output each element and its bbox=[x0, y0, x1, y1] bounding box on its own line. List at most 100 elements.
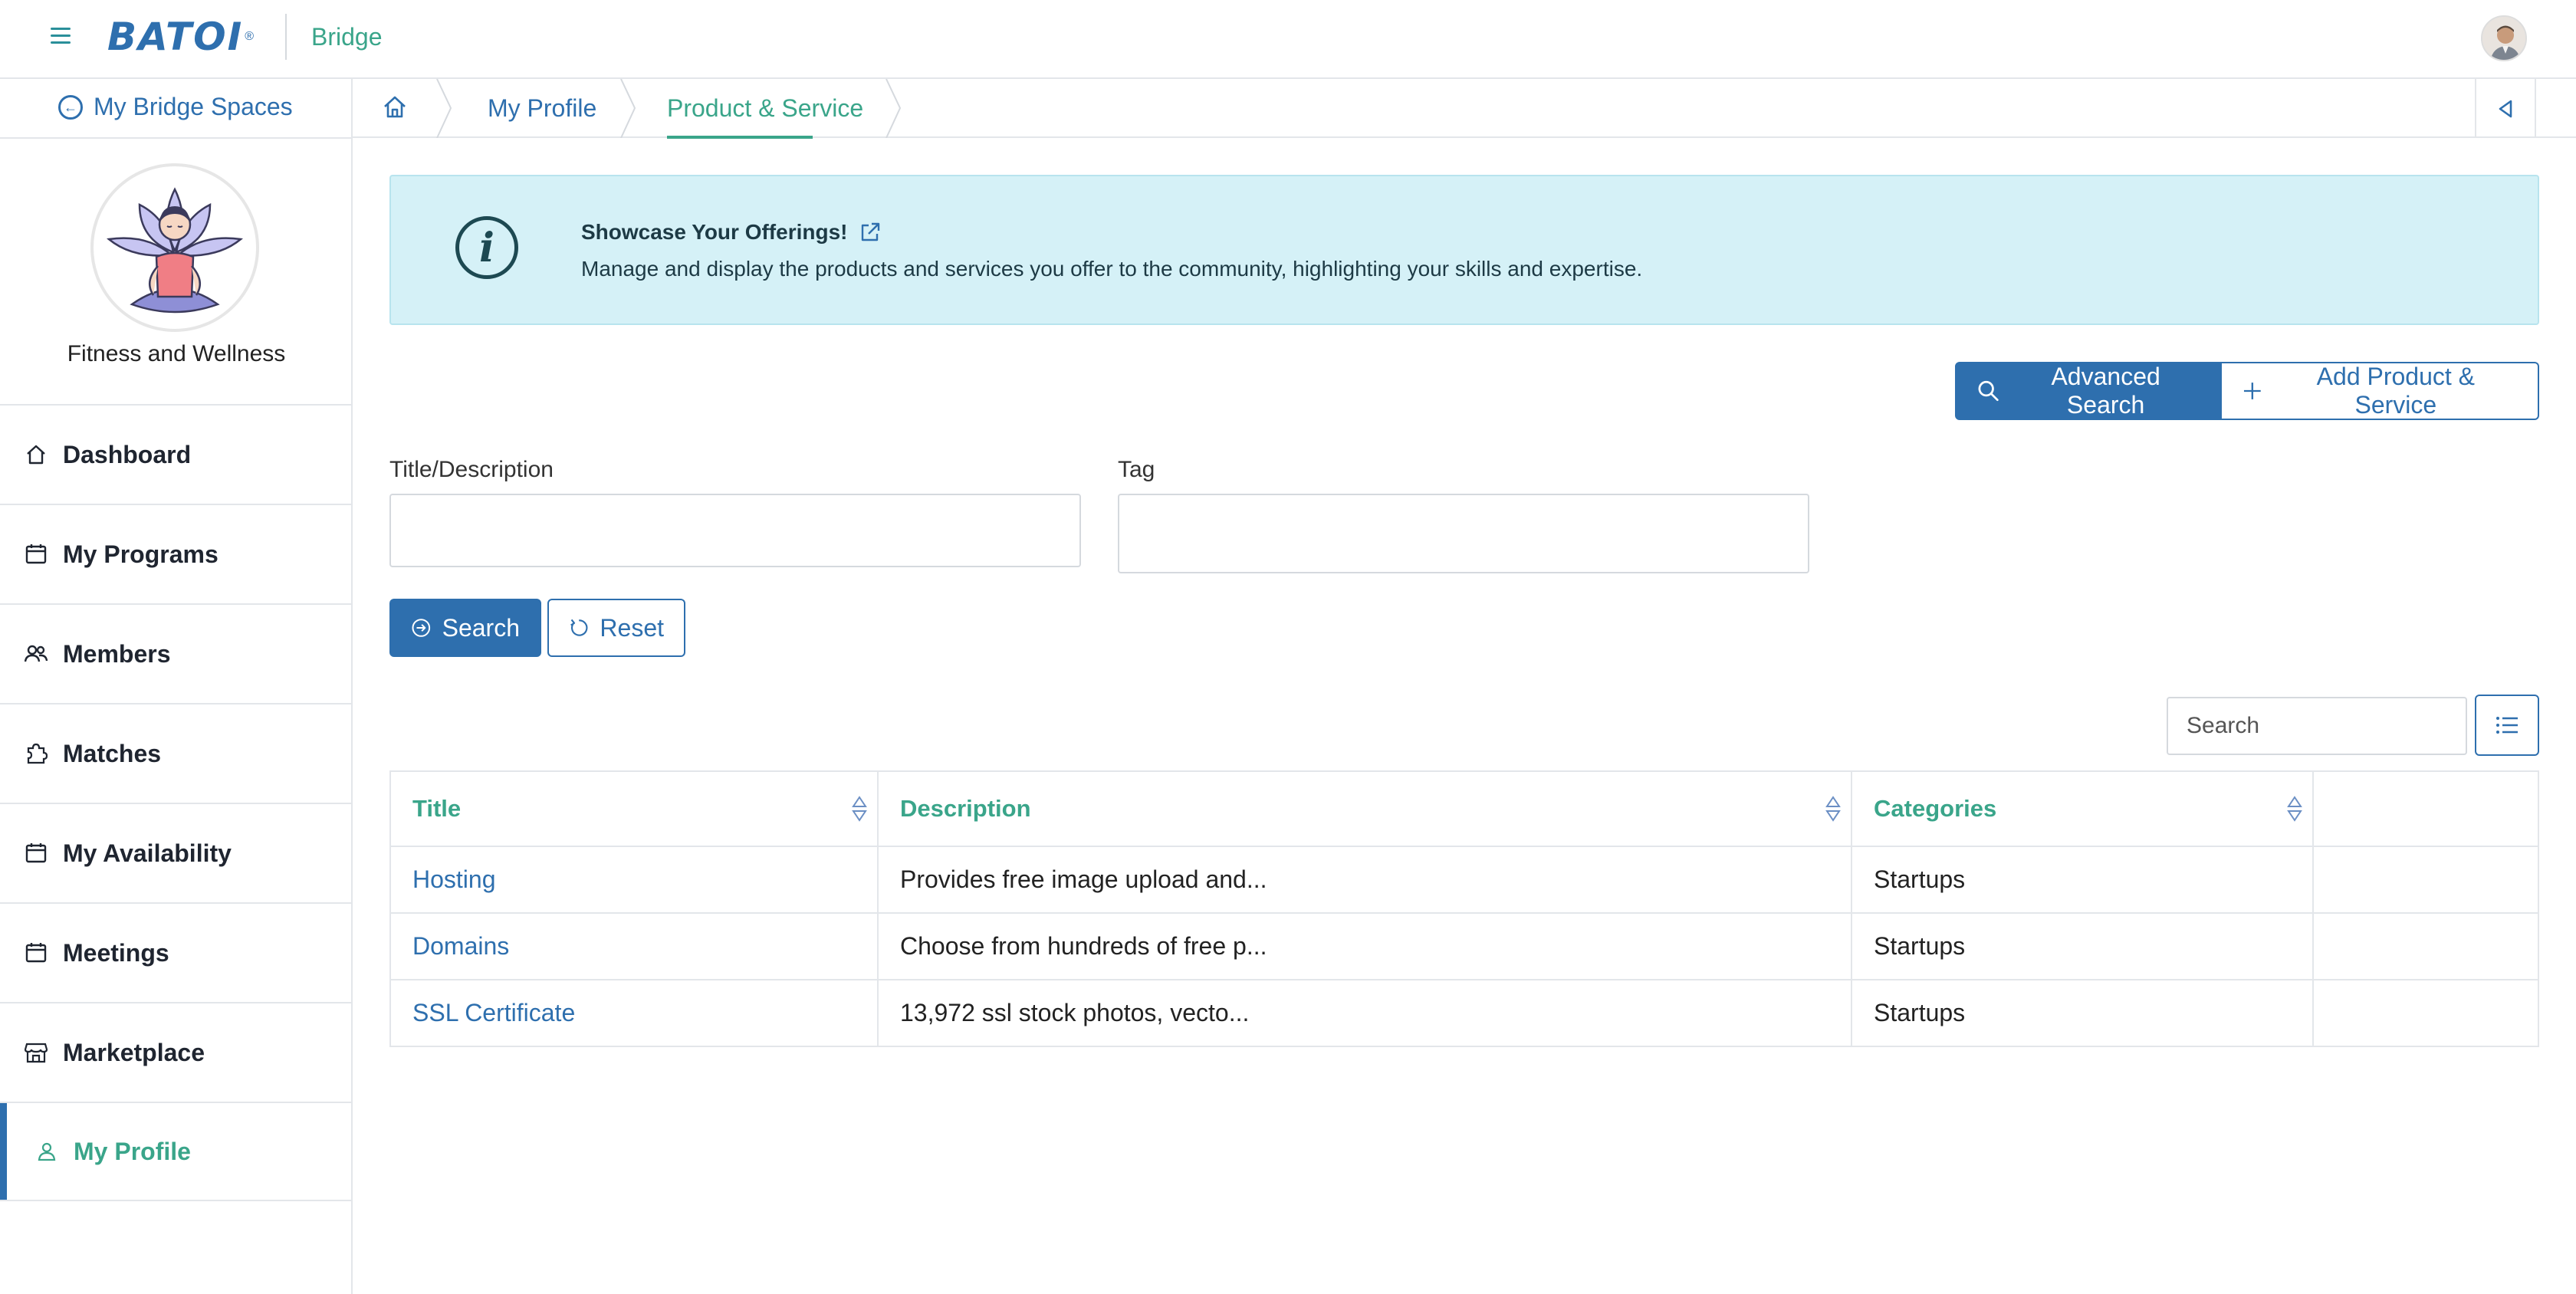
row-category: Startups bbox=[1852, 847, 2314, 912]
logo-divider bbox=[285, 14, 287, 60]
sidebar-item-label: Dashboard bbox=[63, 440, 192, 468]
tag-label: Tag bbox=[1118, 457, 1155, 482]
add-product-service-label: Add Product & Service bbox=[2316, 363, 2476, 419]
meditation-illustration-icon bbox=[107, 187, 243, 314]
collapse-panel-button[interactable] bbox=[2475, 79, 2536, 138]
banner-title: Showcase Your Offerings! bbox=[581, 220, 881, 245]
sidebar-divider bbox=[0, 137, 353, 139]
breadcrumb-separator-icon bbox=[620, 79, 636, 138]
app-name: Bridge bbox=[311, 23, 383, 51]
space-name: Fitness and Wellness bbox=[67, 341, 286, 366]
sidebar-item-label: Meetings bbox=[63, 938, 169, 967]
title-description-input[interactable] bbox=[389, 494, 1081, 567]
arrow-left-circle-icon: ← bbox=[58, 94, 83, 120]
breadcrumb-product-service[interactable]: Product & Service bbox=[667, 94, 863, 123]
tag-input[interactable] bbox=[1118, 494, 1809, 573]
sidebar-item-label: My Profile bbox=[74, 1137, 191, 1165]
breadcrumb-my-profile[interactable]: My Profile bbox=[488, 94, 596, 123]
search-icon bbox=[1978, 380, 1999, 402]
users-icon bbox=[23, 641, 49, 667]
space-avatar bbox=[90, 163, 259, 332]
sidebar-item-my-profile[interactable]: My Profile bbox=[0, 1102, 353, 1201]
add-product-service-button[interactable]: Add Product & Service bbox=[2222, 362, 2539, 420]
logo-text: BATOI bbox=[107, 15, 244, 59]
reset-icon bbox=[570, 619, 588, 636]
column-header-label: Description bbox=[900, 795, 1031, 822]
list-icon bbox=[2496, 717, 2518, 734]
row-description: Choose from hundreds of free p... bbox=[879, 914, 1852, 979]
column-header-categories[interactable]: Categories bbox=[1852, 772, 2314, 846]
sidebar-item-marketplace[interactable]: Marketplace bbox=[0, 1002, 353, 1102]
store-icon bbox=[23, 1039, 49, 1066]
advanced-search-button[interactable]: Advanced Search bbox=[1955, 362, 2222, 420]
arrow-right-circle-icon bbox=[412, 619, 431, 637]
row-actions bbox=[2314, 914, 2538, 979]
sort-icon[interactable] bbox=[851, 795, 868, 823]
row-title-link[interactable]: Domains bbox=[391, 914, 879, 979]
sidebar-item-label: My Availability bbox=[63, 839, 232, 867]
table-row: Hosting Provides free image upload and..… bbox=[391, 847, 2538, 914]
row-category: Startups bbox=[1852, 980, 2314, 1046]
column-header-actions bbox=[2314, 772, 2538, 846]
sidebar: ← My Bridge Spaces Fitness and Wellness bbox=[0, 79, 353, 1294]
sidebar-item-matches[interactable]: Matches bbox=[0, 703, 353, 803]
external-link-icon[interactable] bbox=[859, 222, 881, 243]
sidebar-item-members[interactable]: Members bbox=[0, 603, 353, 703]
calendar-icon bbox=[23, 541, 49, 567]
user-avatar-icon bbox=[2482, 17, 2525, 60]
sidebar-item-label: Marketplace bbox=[63, 1038, 205, 1066]
sidebar-item-my-programs[interactable]: My Programs bbox=[0, 504, 353, 603]
row-actions bbox=[2314, 980, 2538, 1046]
sidebar-item-label: Members bbox=[63, 639, 171, 668]
calendar-icon bbox=[23, 840, 49, 866]
breadcrumb-separator-icon bbox=[886, 79, 902, 138]
table-search-input[interactable]: Search bbox=[2167, 697, 2467, 755]
breadcrumb-separator-icon bbox=[436, 79, 452, 138]
brand-logo[interactable]: BATOI ® bbox=[107, 15, 255, 59]
column-header-description[interactable]: Description bbox=[879, 772, 1852, 846]
title-description-label: Title/Description bbox=[389, 457, 554, 482]
row-title-link[interactable]: Hosting bbox=[391, 847, 879, 912]
info-icon: i bbox=[455, 216, 518, 279]
product-service-table: Title Description Categories Hosting Pro… bbox=[389, 770, 2539, 1047]
sidebar-item-label: My Programs bbox=[63, 540, 219, 568]
row-actions bbox=[2314, 847, 2538, 912]
table-row: SSL Certificate 13,972 ssl stock photos,… bbox=[391, 980, 2538, 1046]
search-button[interactable]: Search bbox=[389, 599, 541, 657]
column-toggle-button[interactable] bbox=[2475, 695, 2539, 756]
sidebar-item-label: Matches bbox=[63, 739, 162, 767]
row-title-link[interactable]: SSL Certificate bbox=[391, 980, 879, 1046]
reset-button[interactable]: Reset bbox=[547, 599, 685, 657]
sidebar-item-my-availability[interactable]: My Availability bbox=[0, 803, 353, 902]
row-description: Provides free image upload and... bbox=[879, 847, 1852, 912]
home-icon bbox=[23, 442, 49, 468]
breadcrumb: My Profile Product & Service bbox=[353, 79, 2576, 139]
banner-description: Manage and display the products and serv… bbox=[581, 257, 1643, 281]
top-header: BATOI ® Bridge bbox=[0, 0, 2576, 79]
calendar-icon bbox=[23, 940, 49, 966]
column-header-label: Title bbox=[412, 795, 462, 822]
back-link-label: My Bridge Spaces bbox=[94, 93, 293, 120]
row-category: Startups bbox=[1852, 914, 2314, 979]
sort-icon[interactable] bbox=[1825, 795, 1842, 823]
info-banner: i Showcase Your Offerings! Manage and di… bbox=[389, 175, 2539, 325]
active-crumb-underline bbox=[667, 136, 813, 139]
sort-icon[interactable] bbox=[2286, 795, 2303, 823]
user-avatar[interactable] bbox=[2481, 15, 2527, 61]
logo-registered-mark: ® bbox=[245, 30, 255, 43]
plus-icon bbox=[2243, 383, 2261, 399]
search-button-label: Search bbox=[442, 613, 520, 642]
home-icon[interactable] bbox=[380, 93, 409, 122]
table-row: Domains Choose from hundreds of free p..… bbox=[391, 914, 2538, 980]
sidebar-item-dashboard[interactable]: Dashboard bbox=[0, 404, 353, 504]
puzzle-icon bbox=[23, 741, 49, 767]
user-icon bbox=[34, 1138, 60, 1164]
table-header-row: Title Description Categories bbox=[391, 772, 2538, 847]
hamburger-menu-icon[interactable] bbox=[51, 28, 71, 46]
sidebar-item-meetings[interactable]: Meetings bbox=[0, 902, 353, 1002]
advanced-search-label: Advanced Search bbox=[2051, 363, 2160, 419]
action-button-group: Advanced Search Add Product & Service bbox=[1955, 362, 2539, 420]
column-header-title[interactable]: Title bbox=[391, 772, 879, 846]
back-to-spaces-link[interactable]: ← My Bridge Spaces bbox=[58, 93, 293, 121]
column-header-label: Categories bbox=[1874, 795, 1997, 822]
